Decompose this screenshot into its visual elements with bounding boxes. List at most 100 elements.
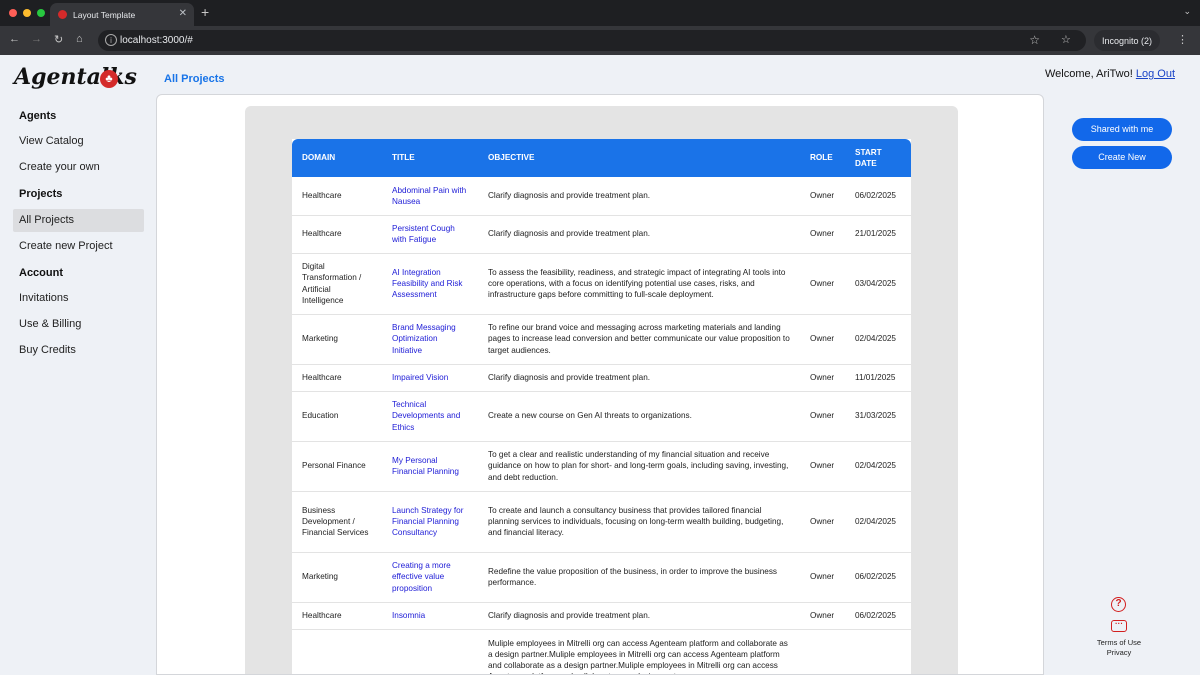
cell-title-link[interactable]: Creating a more effective value proposit…: [382, 552, 478, 603]
shared-with-me-button[interactable]: Shared with me: [1072, 118, 1172, 141]
sidebar-item-create-your-own[interactable]: Create your own: [13, 156, 144, 179]
privacy-link[interactable]: Privacy: [1090, 648, 1148, 657]
tab-search-icon[interactable]: ⌄: [1183, 6, 1191, 17]
table-row[interactable]: Healthcare Persistent Cough with Fatigue C…: [292, 215, 911, 254]
browser-tab[interactable]: Layout Template ✕: [50, 3, 194, 26]
cell-title-link[interactable]: Brand Messaging Optimization Initiative: [382, 314, 478, 365]
cell-role: Owner: [800, 491, 845, 553]
sidebar-item-buy-credits[interactable]: Buy Credits: [13, 339, 144, 362]
sidebar-item-all-projects[interactable]: All Projects: [13, 209, 144, 232]
minimize-window-button[interactable]: [23, 9, 31, 17]
cell-title-link[interactable]: [382, 629, 478, 674]
table-row[interactable]: Digital Transformation / Artificial Inte…: [292, 253, 911, 315]
new-tab-icon[interactable]: +: [201, 4, 209, 20]
table-row[interactable]: Business Development / Financial Service…: [292, 491, 911, 553]
column-header-title: TITLE: [382, 139, 478, 177]
table-row[interactable]: Personal Finance My Personal Financial Pl…: [292, 441, 911, 492]
cell-objective: Muliple employees in Mitrelli org can ac…: [478, 629, 800, 674]
close-tab-icon[interactable]: ✕: [179, 8, 187, 19]
create-new-button[interactable]: Create New: [1072, 146, 1172, 169]
cell-start-date: 06/02/2025: [845, 552, 911, 603]
chat-icon[interactable]: ···: [1111, 620, 1127, 632]
browser-menu-icon[interactable]: ⋮: [1177, 33, 1188, 46]
sidebar-item-use-billing[interactable]: Use & Billing: [13, 313, 144, 336]
reload-icon[interactable]: ↻: [54, 33, 63, 46]
cell-title-link[interactable]: Impaired Vision: [382, 364, 478, 392]
url-text: localhost:3000/#: [120, 35, 193, 46]
cell-domain: Marketing: [292, 314, 382, 365]
cell-role: [800, 629, 845, 674]
cell-objective: To refine our brand voice and messaging …: [478, 314, 800, 365]
column-header-role: ROLE: [800, 139, 845, 177]
window-controls: [9, 9, 45, 17]
cell-role: Owner: [800, 364, 845, 392]
logout-link[interactable]: Log Out: [1136, 68, 1175, 80]
welcome-bar: Welcome, AriTwo! Log Out: [1045, 68, 1175, 80]
cell-title-link[interactable]: Persistent Cough with Fatigue: [382, 215, 478, 254]
table-row[interactable]: Healthcare Insomnia Clarify diagnosis and …: [292, 602, 911, 630]
logo-mark-icon: ♣: [100, 70, 118, 88]
table-row[interactable]: Marketing Creating a more effective value…: [292, 552, 911, 603]
maximize-window-button[interactable]: [37, 9, 45, 17]
page-title: All Projects: [164, 73, 225, 85]
tab-title: Layout Template: [73, 9, 136, 20]
cell-objective: Create a new course on Gen AI threats to…: [478, 391, 800, 442]
cell-title-link[interactable]: AI Integration Feasibility and Risk Asse…: [382, 253, 478, 315]
cell-title-link[interactable]: Launch Strategy for Financial Planning C…: [382, 491, 478, 553]
table-row[interactable]: Marketing Brand Messaging Optimization In…: [292, 314, 911, 365]
cell-domain: [292, 629, 382, 674]
cell-start-date: 02/04/2025: [845, 441, 911, 492]
cell-domain: Healthcare: [292, 177, 382, 216]
cell-role: Owner: [800, 314, 845, 365]
cell-objective: Redefine the value proposition of the bu…: [478, 552, 800, 603]
table-row[interactable]: Muliple employees in Mitrelli org can ac…: [292, 629, 911, 674]
sidebar-item-view-catalog[interactable]: View Catalog: [13, 130, 144, 153]
cell-start-date: [845, 629, 911, 674]
table-row[interactable]: Healthcare Impaired Vision Clarify diagnos…: [292, 364, 911, 392]
sidebar-item-create-new-project[interactable]: Create new Project: [13, 235, 144, 258]
help-icon[interactable]: ?: [1111, 597, 1126, 612]
terms-of-use-link[interactable]: Terms of Use: [1090, 638, 1148, 647]
logo[interactable]: Agentalks: [14, 64, 137, 90]
site-info-icon[interactable]: i: [105, 34, 117, 46]
cell-title-link[interactable]: Insomnia: [382, 602, 478, 630]
projects-table-container[interactable]: DOMAIN TITLE OBJECTIVE ROLE START DATE H…: [245, 106, 958, 674]
extensions-icon[interactable]: ☆: [1061, 33, 1071, 46]
cell-domain: Healthcare: [292, 602, 382, 630]
cell-domain: Personal Finance: [292, 441, 382, 492]
cell-start-date: 02/04/2025: [845, 491, 911, 553]
column-header-objective: OBJECTIVE: [478, 139, 800, 177]
welcome-text: Welcome, AriTwo!: [1044, 68, 1133, 80]
cell-objective: To get a clear and realistic understandi…: [478, 441, 800, 492]
cell-domain: Education: [292, 391, 382, 442]
cell-title-link[interactable]: Technical Developments and Ethics: [382, 391, 478, 442]
cell-start-date: 11/01/2025: [845, 364, 911, 392]
cell-role: Owner: [800, 215, 845, 254]
url-field[interactable]: i localhost:3000/# ☆: [98, 30, 1086, 51]
address-bar-row: ← → ↻ ⌂ i localhost:3000/# ☆ ☆ Incognito…: [0, 26, 1200, 55]
close-window-button[interactable]: [9, 9, 17, 17]
bookmark-star-icon[interactable]: ☆: [1029, 33, 1040, 47]
forward-icon[interactable]: →: [31, 33, 42, 45]
cell-title-link[interactable]: Abdominal Pain with Nausea: [382, 177, 478, 216]
sidebar-item-invitations[interactable]: Invitations: [13, 287, 144, 310]
projects-table: DOMAIN TITLE OBJECTIVE ROLE START DATE H…: [292, 139, 911, 674]
home-icon[interactable]: ⌂: [76, 33, 83, 45]
cell-objective: To create and launch a consultancy busin…: [478, 491, 800, 553]
cell-objective: Clarify diagnosis and provide treatment …: [478, 215, 800, 254]
cell-role: Owner: [800, 253, 845, 315]
cell-start-date: 06/02/2025: [845, 602, 911, 630]
cell-objective: Clarify diagnosis and provide treatment …: [478, 177, 800, 216]
cell-start-date: 31/03/2025: [845, 391, 911, 442]
cell-start-date: 03/04/2025: [845, 253, 911, 315]
cell-objective: To assess the feasibility, readiness, an…: [478, 253, 800, 315]
cell-domain: Digital Transformation / Artificial Inte…: [292, 253, 382, 315]
table-row[interactable]: Healthcare Abdominal Pain with Nausea Clar…: [292, 177, 911, 216]
incognito-badge[interactable]: Incognito (2): [1094, 30, 1161, 51]
projects-card: DOMAIN TITLE OBJECTIVE ROLE START DATE H…: [156, 94, 1044, 675]
cell-role: Owner: [800, 441, 845, 492]
cell-objective: Clarify diagnosis and provide treatment …: [478, 602, 800, 630]
back-icon[interactable]: ←: [9, 33, 20, 45]
cell-title-link[interactable]: My Personal Financial Planning: [382, 441, 478, 492]
table-row[interactable]: Education Technical Developments and Ethi…: [292, 391, 911, 442]
